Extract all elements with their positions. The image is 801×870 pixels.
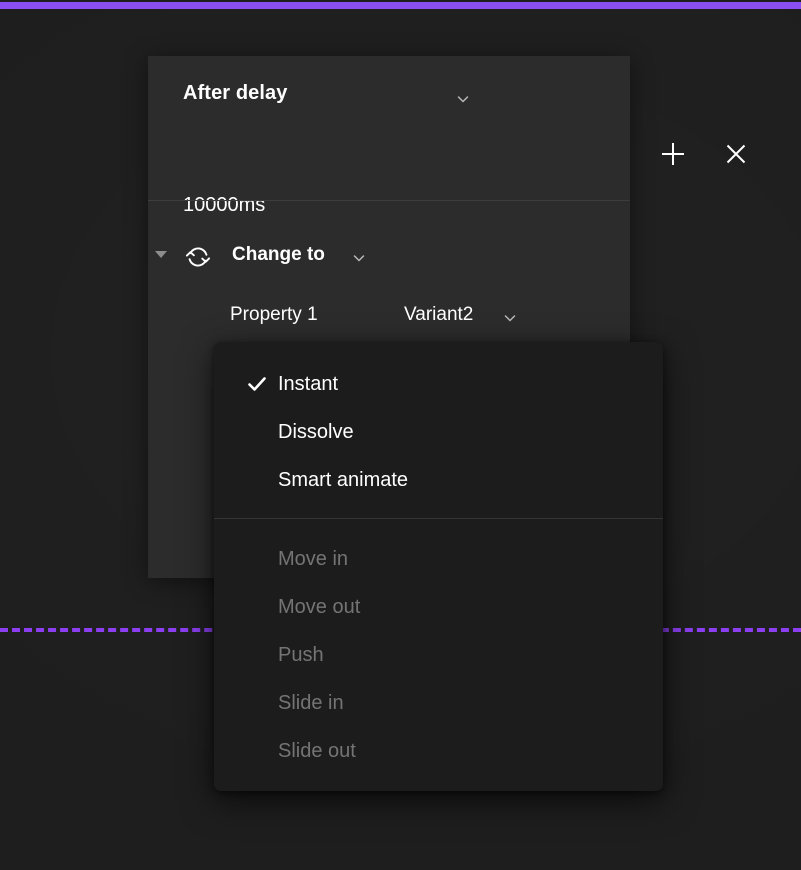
chevron-down-icon[interactable]: [455, 91, 471, 107]
top-accent-bar: [0, 2, 801, 9]
menu-item-label: Slide out: [278, 739, 356, 762]
menu-item-dissolve[interactable]: Dissolve: [214, 408, 663, 456]
menu-item-label: Smart animate: [278, 468, 409, 491]
panel-header: After delay: [148, 56, 746, 165]
plus-icon[interactable]: [658, 139, 688, 169]
menu-group-disabled: Move in Move out Push Slide in Slide out: [214, 535, 663, 775]
animation-type-menu: Instant Dissolve Smart animate Move in M…: [214, 342, 663, 791]
menu-item-label: Move in: [278, 547, 349, 570]
menu-separator: [214, 518, 663, 519]
property-value-select[interactable]: Variant2: [404, 304, 473, 326]
action-row: Change to: [148, 238, 630, 282]
check-icon: [246, 373, 268, 395]
menu-item-move-in: Move in: [214, 535, 663, 583]
swap-sync-icon: [184, 243, 212, 271]
menu-item-label: Instant: [278, 372, 339, 395]
menu-item-label: Slide in: [278, 691, 344, 714]
menu-item-slide-out: Slide out: [214, 727, 663, 775]
delay-value-input[interactable]: 10000ms: [183, 194, 265, 217]
chevron-down-icon[interactable]: [351, 250, 367, 266]
app-canvas: After delay 10000ms Change to Property 1…: [0, 0, 801, 870]
menu-item-label: Move out: [278, 595, 361, 618]
trigger-label[interactable]: After delay: [183, 82, 287, 105]
property-row: Property 1 Variant2: [148, 304, 630, 338]
menu-item-push: Push: [214, 631, 663, 679]
menu-item-move-out: Move out: [214, 583, 663, 631]
menu-item-instant[interactable]: Instant: [214, 360, 663, 408]
property-name-label: Property 1: [230, 304, 318, 325]
action-label[interactable]: Change to: [232, 244, 325, 266]
menu-item-label: Dissolve: [278, 420, 354, 443]
chevron-down-icon[interactable]: [502, 310, 518, 326]
triangle-down-icon[interactable]: [155, 251, 167, 258]
panel-section-divider: [148, 200, 630, 201]
menu-item-smart-animate[interactable]: Smart animate: [214, 456, 663, 504]
close-icon[interactable]: [721, 139, 751, 169]
menu-item-label: Push: [278, 643, 324, 666]
menu-item-slide-in: Slide in: [214, 679, 663, 727]
menu-group-enabled: Instant Dissolve Smart animate: [214, 360, 663, 504]
